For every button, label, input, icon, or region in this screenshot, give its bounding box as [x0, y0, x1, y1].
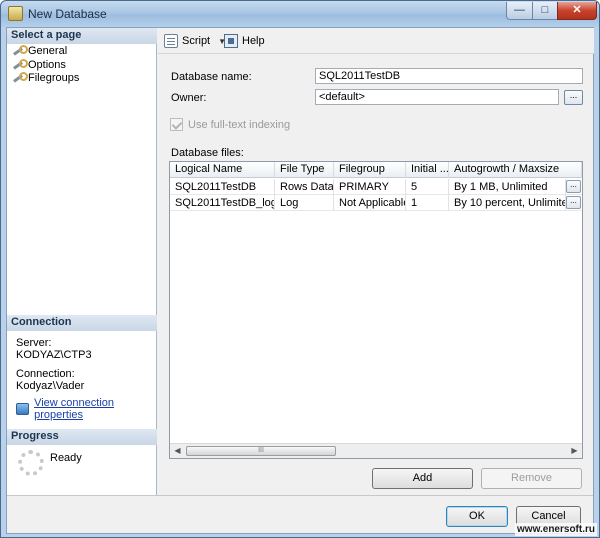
database-files-grid[interactable]: Logical Name File Type Filegroup Initial…: [169, 161, 583, 459]
owner-browse-button[interactable]: ...: [564, 90, 583, 105]
cell-logical-name[interactable]: SQL2011TestDB_log: [170, 195, 275, 211]
dialog-client: Select a page General Options Filegroups…: [6, 27, 594, 534]
script-label: Script: [182, 35, 211, 47]
divider: [7, 495, 593, 496]
autogrowth-browse-button[interactable]: ...: [566, 196, 581, 209]
column-header[interactable]: Initial ...: [406, 162, 449, 178]
horizontal-scrollbar[interactable]: ◀ III ▶: [170, 443, 582, 458]
scroll-left-icon[interactable]: ◀: [170, 444, 185, 458]
script-icon: [164, 34, 178, 48]
script-button[interactable]: Script ▼: [164, 34, 226, 48]
help-button[interactable]: Help: [224, 34, 265, 48]
connection-header: Connection: [7, 315, 157, 331]
column-header[interactable]: Filegroup: [334, 162, 406, 178]
column-header[interactable]: File Type: [275, 162, 334, 178]
left-panel: Select a page General Options Filegroups…: [7, 28, 157, 495]
table-row[interactable]: SQL2011TestDB_log Log Not Applicable 1 B…: [170, 195, 582, 211]
help-label: Help: [242, 35, 265, 47]
grid-header: Logical Name File Type Filegroup Initial…: [170, 162, 582, 178]
title-bar[interactable]: New Database — □ ✕: [1, 1, 599, 27]
cell-initial-size[interactable]: 1: [406, 195, 449, 211]
column-header[interactable]: Autogrowth / Maxsize: [449, 162, 582, 178]
help-icon: [224, 34, 238, 48]
remove-button[interactable]: Remove: [481, 468, 582, 489]
window-title: New Database: [28, 7, 107, 21]
owner-input[interactable]: <default>: [315, 89, 559, 105]
minimize-button[interactable]: —: [506, 2, 533, 20]
add-button[interactable]: Add: [372, 468, 473, 489]
scroll-right-icon[interactable]: ▶: [567, 444, 582, 458]
fulltext-label: Use full-text indexing: [188, 118, 291, 131]
page-item-label: Filegroups: [28, 71, 80, 84]
cell-filegroup[interactable]: Not Applicable: [334, 195, 406, 211]
column-header[interactable]: Logical Name: [170, 162, 275, 178]
ok-button[interactable]: OK: [446, 506, 508, 527]
autogrowth-browse-button[interactable]: ...: [566, 180, 581, 193]
dialog-window: New Database — □ ✕ Select a page General…: [0, 0, 600, 538]
wrench-icon: [13, 59, 28, 70]
table-row[interactable]: SQL2011TestDB Rows Data PRIMARY 5 By 1 M…: [170, 179, 582, 195]
connection-properties-icon: [16, 403, 30, 415]
database-name-label: Database name:: [171, 71, 252, 83]
database-name-input[interactable]: SQL2011TestDB: [315, 68, 583, 84]
connection-value: Kodyaz\Vader: [16, 380, 85, 392]
select-page-header: Select a page: [7, 28, 157, 44]
page-item-label: General: [28, 44, 68, 57]
cell-file-type[interactable]: Rows Data: [275, 179, 334, 195]
view-connection-properties-link[interactable]: View connection properties: [16, 397, 156, 421]
progress-header: Progress: [7, 429, 157, 445]
page-item-general[interactable]: General: [13, 44, 67, 57]
toolbar: Script ▼ Help: [158, 28, 594, 54]
page-item-filegroups[interactable]: Filegroups: [13, 71, 79, 84]
connection-label: Connection:: [16, 368, 75, 380]
server-label: Server:: [16, 337, 52, 349]
fulltext-checkbox-row: Use full-text indexing: [170, 118, 290, 131]
page-item-options[interactable]: Options: [13, 58, 66, 71]
close-button[interactable]: ✕: [557, 2, 597, 20]
owner-label: Owner:: [171, 92, 207, 104]
scrollbar-thumb[interactable]: III: [186, 446, 336, 456]
cell-autogrowth: By 1 MB, Unlimited: [449, 179, 566, 195]
database-icon: [8, 6, 23, 21]
page-item-label: Options: [28, 58, 66, 71]
cell-initial-size[interactable]: 5: [406, 179, 449, 195]
cell-autogrowth: By 10 percent, Unlimited: [449, 195, 566, 211]
progress-status: Ready: [50, 452, 82, 464]
maximize-button[interactable]: □: [532, 2, 558, 20]
wrench-icon: [13, 72, 28, 83]
cell-file-type[interactable]: Log: [275, 195, 334, 211]
fulltext-checkbox[interactable]: [170, 118, 183, 131]
server-value: KODYAZ\CTP3: [16, 349, 92, 361]
watermark: www.enersoft.ru: [515, 523, 597, 536]
wrench-icon: [13, 45, 28, 56]
link-text: View connection properties: [34, 397, 114, 421]
database-files-label: Database files:: [171, 147, 244, 159]
cell-filegroup[interactable]: PRIMARY: [334, 179, 406, 195]
cell-logical-name[interactable]: SQL2011TestDB: [170, 179, 275, 195]
progress-spinner-icon: [18, 450, 44, 476]
